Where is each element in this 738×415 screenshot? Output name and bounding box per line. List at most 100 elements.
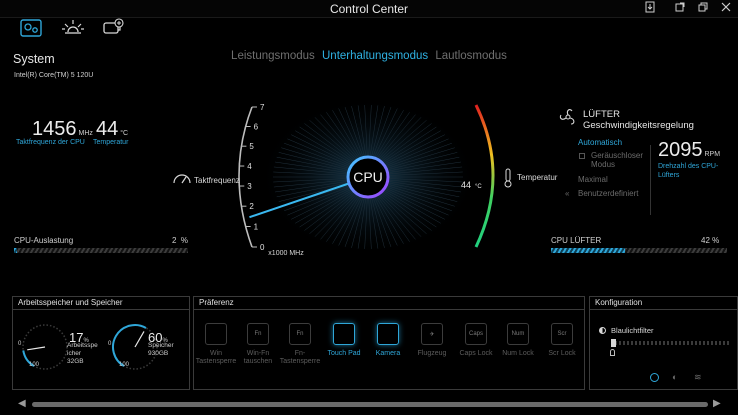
storage-dial-needle	[134, 331, 145, 348]
fan-quiet-checkbox[interactable]	[579, 153, 585, 159]
theme-auto-icon[interactable]: ◐	[672, 373, 677, 382]
clock-tick-label: 6	[254, 123, 259, 132]
restore-icon[interactable]	[693, 1, 713, 17]
memory-section-title: Arbeitsspeicher und Speicher	[13, 297, 189, 310]
preferences-section-title: Präferenz	[194, 297, 584, 310]
pref-label-line1: Num Lock	[502, 350, 534, 357]
num-lock-icon: Num	[507, 323, 529, 345]
system-settings-icon[interactable]	[18, 17, 44, 39]
fan-option-auto[interactable]: Automatisch	[578, 138, 622, 147]
tab-unterhaltungsmodus[interactable]: Unterhaltungsmodus	[322, 50, 428, 62]
fan-divider	[650, 145, 651, 215]
display-brightness-icon[interactable]	[60, 17, 86, 39]
cpu-fan-label: CPU LÜFTER	[551, 236, 602, 245]
pref-item-1[interactable]: Fn Win-Fn tauschen	[236, 323, 280, 366]
window-title: Control Center	[329, 2, 409, 16]
cpu-fan-unit: %	[712, 236, 720, 245]
cpu-clock-readout: 1456 MHz	[32, 118, 93, 141]
fan-title-line1: LÜFTER	[583, 109, 620, 120]
scroll-right-icon[interactable]: ▶	[713, 398, 721, 410]
memory-section: Arbeitsspeicher und Speicher 0 100 17% A…	[12, 296, 190, 390]
tab-leistungsmodus[interactable]: Leistungsmodus	[231, 50, 315, 62]
cpu-temp-readout: 44 °C	[96, 118, 128, 141]
storage-label: Speicher 930GB	[148, 342, 174, 358]
pref-label-line2: Tastensperre	[195, 358, 237, 365]
clock-scale-arc	[238, 106, 253, 248]
pref-item-8[interactable]: Scr Scr Lock	[540, 323, 584, 358]
fn-lock-icon: Fn	[289, 323, 311, 345]
scroll-thumb[interactable]	[32, 402, 708, 407]
pref-label: Scr Lock	[540, 350, 584, 358]
fan-option-custom[interactable]: Benutzerdefiniert	[578, 189, 638, 198]
pref-label-line1: Win	[209, 350, 223, 357]
ram-label-line1: Arbeitsspe	[67, 342, 98, 349]
cpu-clock-label: Taktfrequenz der CPU	[16, 139, 85, 146]
scroll-left-icon[interactable]: ◀	[18, 398, 26, 410]
bluelight-slider-handle[interactable]	[611, 339, 616, 347]
cpu-clock-unit: MHz	[78, 130, 93, 137]
fan-option-quiet[interactable]: Geräuschloser Modus	[591, 151, 643, 169]
gauge-temp-label: Temperatur	[517, 173, 558, 182]
touchpad-icon	[333, 323, 355, 345]
fan-rpm-value: 2095	[658, 139, 703, 161]
battery-power-icon[interactable]	[100, 17, 126, 39]
theme-dark-icon[interactable]	[650, 373, 659, 382]
ram-label: Arbeitsspe icher 32GB	[67, 342, 98, 366]
pref-item-2[interactable]: Fn Fn- Tastensperre	[278, 323, 322, 366]
pref-label: Fn- Tastensperre	[278, 350, 322, 366]
close-icon[interactable]	[716, 1, 736, 17]
pref-label-line2: Tastensperre	[279, 358, 321, 365]
thermometer-icon	[504, 168, 512, 188]
clock-tick-label: 0	[260, 243, 265, 252]
ram-dial	[22, 324, 68, 370]
storage-label-text: Speicher	[148, 342, 174, 349]
pref-item-0[interactable]: Win Tastensperre	[194, 323, 238, 366]
pref-label: Num Lock	[496, 350, 540, 358]
ram-dial-zero: 0	[18, 341, 22, 347]
window-mode-icon[interactable]	[640, 1, 660, 17]
cpu-gauge-graphic: 0 1 2 3 4 5 6 7 CPU Taktfrequenz x1000 MHz 44 °…	[173, 97, 558, 257]
windows-key-icon	[205, 323, 227, 345]
pref-item-7[interactable]: Num Num Lock	[496, 323, 540, 358]
fan-rpm-label: Drehzahl des CPU- Lüfters	[658, 162, 718, 180]
cpu-temp-value: 44	[96, 118, 119, 140]
storage-dial-hundred: 100	[119, 362, 130, 368]
fan-rpm-unit: RPM	[704, 151, 721, 158]
fan-option-quiet-line2: Modus	[591, 160, 616, 169]
clock-tick-label: 5	[249, 142, 254, 151]
theme-wave-icon[interactable]: ≋	[694, 373, 702, 382]
cpu-clock-value: 1456	[32, 118, 77, 140]
bluelight-label: Blaulichtfilter	[611, 326, 654, 335]
pref-label-line1: Scr Lock	[548, 350, 576, 357]
clock-tick-label: 7	[260, 103, 265, 112]
pref-label-line1: Win-Fn	[246, 350, 270, 357]
bluelight-slider[interactable]	[611, 341, 729, 345]
clock-tick-label: 1	[254, 223, 259, 232]
pref-label-line1: Fn-	[294, 350, 306, 357]
fan-rpm-label-line2: Lüfters	[658, 172, 680, 179]
horizontal-scrollbar[interactable]: ◀ ▶	[16, 398, 724, 410]
cpu-gauge: 0 1 2 3 4 5 6 7 CPU Taktfrequenz x1000 MHz 44 °…	[160, 95, 560, 270]
pref-item-3[interactable]: Touch Pad	[322, 323, 366, 358]
minimize-icon[interactable]	[670, 1, 690, 17]
fan-custom-chevron-icon: «	[565, 189, 570, 198]
cpu-fan-value: 42	[701, 236, 710, 245]
pref-label-line1: Caps Lock	[459, 350, 493, 357]
win-fn-swap-icon: Fn	[247, 323, 269, 345]
lock-icon	[610, 349, 615, 356]
pref-item-4[interactable]: Kamera	[366, 323, 410, 358]
pref-item-5[interactable]: ✈ Flugzeug	[410, 323, 454, 358]
cpu-fan-readout: 42 %	[701, 236, 719, 245]
tab-lautlosmodus[interactable]: Lautlosmodus	[435, 50, 507, 62]
caps-lock-icon: Caps	[465, 323, 487, 345]
pref-label: Win-Fn tauschen	[236, 350, 280, 366]
scroll-lock-icon: Scr	[551, 323, 573, 345]
ram-label-line2: icher	[67, 350, 82, 357]
clock-gauge-label: Taktfrequenz	[194, 176, 240, 185]
mode-tabs: Leistungsmodus Unterhaltungsmodus Lautlo…	[0, 50, 738, 62]
pref-label: Win Tastensperre	[194, 350, 238, 366]
clock-tick-label: 2	[249, 202, 254, 211]
cpu-fan-bar	[551, 248, 727, 253]
fan-option-max[interactable]: Maximal	[578, 175, 608, 184]
pref-item-6[interactable]: Caps Caps Lock	[454, 323, 498, 358]
